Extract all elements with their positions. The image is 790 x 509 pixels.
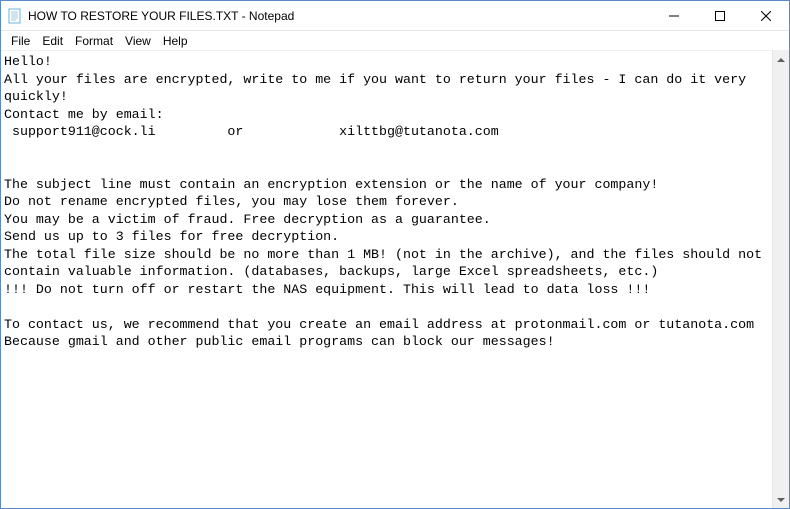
menu-view[interactable]: View (119, 32, 157, 50)
menu-edit[interactable]: Edit (36, 32, 69, 50)
scroll-track[interactable] (773, 68, 789, 491)
window-controls (651, 1, 789, 30)
content-area: Hello! All your files are encrypted, wri… (1, 51, 789, 508)
scroll-up-arrow[interactable] (773, 51, 789, 68)
text-editor[interactable]: Hello! All your files are encrypted, wri… (1, 51, 772, 508)
menu-file[interactable]: File (5, 32, 36, 50)
vertical-scrollbar[interactable] (772, 51, 789, 508)
close-button[interactable] (743, 1, 789, 30)
menubar: File Edit Format View Help (1, 31, 789, 51)
minimize-button[interactable] (651, 1, 697, 30)
title-left: HOW TO RESTORE YOUR FILES.TXT - Notepad (1, 8, 651, 24)
window-title: HOW TO RESTORE YOUR FILES.TXT - Notepad (28, 9, 294, 23)
scroll-down-arrow[interactable] (773, 491, 789, 508)
menu-help[interactable]: Help (157, 32, 194, 50)
notepad-icon (7, 8, 23, 24)
maximize-button[interactable] (697, 1, 743, 30)
menu-format[interactable]: Format (69, 32, 119, 50)
titlebar: HOW TO RESTORE YOUR FILES.TXT - Notepad (1, 1, 789, 31)
